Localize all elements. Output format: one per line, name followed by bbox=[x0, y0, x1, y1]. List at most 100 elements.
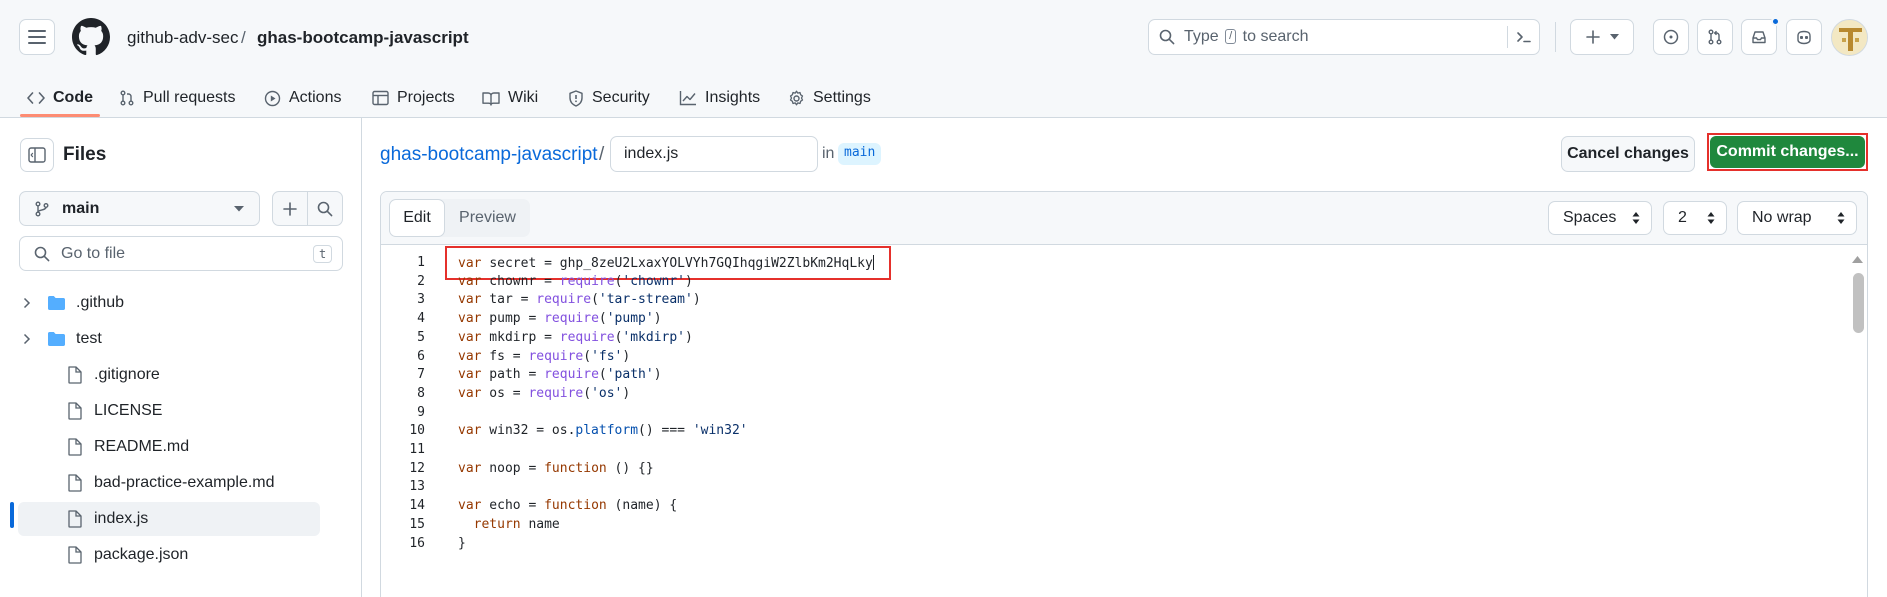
branch-selector[interactable]: main bbox=[19, 191, 260, 226]
commit-changes-button[interactable]: Commit changes... bbox=[1710, 136, 1865, 168]
code-token: var bbox=[458, 256, 490, 271]
breadcrumb-repo[interactable]: ghas-bootcamp-javascript bbox=[257, 28, 469, 48]
code-token: secret = ghp_8zeU2LxaxYOLVYh7GQIhqgiW2Zl… bbox=[489, 256, 873, 271]
tree-file-license[interactable]: LICENSE bbox=[18, 394, 320, 428]
code-line[interactable]: 16} bbox=[381, 533, 1861, 555]
github-logo-icon[interactable] bbox=[72, 18, 110, 56]
global-header: github-adv-sec / ghas-bootcamp-javascrip… bbox=[0, 0, 1887, 118]
code-token: var bbox=[458, 292, 482, 308]
global-search-input[interactable]: Type / to search bbox=[1148, 19, 1540, 55]
indent-size-value: 2 bbox=[1678, 209, 1687, 226]
indent-mode-value: Spaces bbox=[1563, 209, 1617, 226]
copilot-button[interactable] bbox=[1786, 19, 1822, 55]
tree-folder-test[interactable]: test bbox=[18, 322, 320, 356]
cancel-changes-button[interactable]: Cancel changes bbox=[1561, 136, 1695, 172]
user-avatar[interactable] bbox=[1831, 19, 1868, 56]
issues-button[interactable] bbox=[1653, 19, 1689, 55]
search-suffix: to search bbox=[1242, 28, 1309, 45]
code-token: platform bbox=[575, 423, 639, 439]
file-tree-sidebar: Files main Go to file t .github test .gi… bbox=[0, 118, 362, 597]
indent-mode-select[interactable]: Spaces bbox=[1548, 201, 1652, 235]
tab-insights[interactable]: Insights bbox=[679, 78, 760, 118]
filename-input[interactable] bbox=[610, 136, 818, 172]
scroll-up-arrow-icon[interactable] bbox=[1851, 255, 1864, 264]
wrap-mode-value: No wrap bbox=[1752, 209, 1812, 226]
tab-wiki[interactable]: Wiki bbox=[482, 78, 538, 118]
line-content: var mkdirp = require('mkdirp') bbox=[458, 330, 693, 345]
file-icon bbox=[67, 366, 82, 384]
text-cursor bbox=[872, 255, 874, 270]
tree-folder-github[interactable]: .github bbox=[18, 286, 320, 320]
editor-scrollbar[interactable] bbox=[1848, 245, 1867, 597]
hamburger-icon bbox=[28, 30, 46, 44]
in-label: in bbox=[822, 145, 835, 162]
search-placeholder: Type / to search bbox=[1184, 28, 1308, 46]
issue-opened-icon bbox=[1663, 29, 1679, 45]
line-number: 13 bbox=[409, 479, 425, 495]
tree-file-readme[interactable]: README.md bbox=[18, 430, 320, 464]
code-token: win32 = os. bbox=[481, 423, 576, 439]
plus-icon bbox=[283, 201, 297, 216]
code-token: require bbox=[559, 329, 615, 345]
tree-file-package-json[interactable]: package.json bbox=[18, 538, 320, 572]
add-file-button[interactable] bbox=[272, 191, 308, 226]
tree-file-index-js[interactable]: index.js bbox=[18, 502, 320, 536]
tab-projects[interactable]: Projects bbox=[372, 78, 455, 118]
search-divider bbox=[1507, 26, 1508, 48]
line-content: var os = require('os') bbox=[458, 386, 630, 401]
header-divider bbox=[1555, 22, 1556, 52]
selected-file-indicator bbox=[10, 502, 14, 528]
select-arrows-icon bbox=[1707, 212, 1715, 224]
file-icon bbox=[67, 510, 82, 528]
tab-pull-requests-label: Pull requests bbox=[143, 89, 236, 106]
repo-link[interactable]: ghas-bootcamp-javascript bbox=[380, 144, 598, 166]
tab-edit[interactable]: Edit bbox=[389, 199, 445, 237]
command-palette-icon[interactable] bbox=[1516, 29, 1532, 45]
code-token: mkdirp = bbox=[481, 329, 560, 345]
code-token: 'path' bbox=[606, 367, 654, 383]
tree-item-label: bad-practice-example.md bbox=[94, 474, 275, 491]
tab-code[interactable]: Code bbox=[27, 78, 93, 118]
branch-badge: main bbox=[838, 143, 882, 165]
create-new-button[interactable] bbox=[1570, 19, 1634, 55]
code-token: function bbox=[544, 498, 607, 514]
search-files-button[interactable] bbox=[307, 191, 343, 226]
code-token: require bbox=[528, 348, 584, 364]
wrap-mode-select[interactable]: No wrap bbox=[1737, 201, 1857, 235]
tree-file-gitignore[interactable]: .gitignore bbox=[18, 358, 320, 392]
tab-actions-label: Actions bbox=[289, 89, 342, 106]
pull-requests-button[interactable] bbox=[1697, 19, 1733, 55]
code-token: 'chownr' bbox=[622, 273, 686, 289]
line-content: var noop = function () {} bbox=[458, 461, 654, 476]
chevron-right-icon[interactable] bbox=[23, 297, 31, 309]
line-number: 6 bbox=[417, 348, 425, 364]
tab-actions[interactable]: Actions bbox=[264, 78, 341, 118]
code-token: 'fs' bbox=[591, 348, 623, 364]
go-to-file-input[interactable]: Go to file t bbox=[19, 236, 343, 271]
code-token: ) bbox=[622, 385, 631, 401]
code-token: ( bbox=[598, 367, 607, 383]
code-token: ) bbox=[653, 311, 662, 327]
tab-settings[interactable]: Settings bbox=[788, 78, 871, 118]
indent-size-select[interactable]: 2 bbox=[1663, 201, 1727, 235]
git-pull-request-icon bbox=[120, 90, 134, 106]
line-content: var pump = require('pump') bbox=[458, 311, 662, 326]
tab-preview[interactable]: Preview bbox=[445, 199, 530, 237]
search-icon bbox=[1159, 29, 1175, 45]
tree-item-label: index.js bbox=[94, 510, 149, 527]
code-token: var bbox=[458, 423, 482, 439]
collapse-sidebar-button[interactable] bbox=[20, 138, 54, 172]
code-area[interactable]: 1 var secret = ghp_8zeU2LxaxYOLVYh7GQIhqg… bbox=[381, 245, 1867, 597]
tab-code-label: Code bbox=[53, 89, 93, 106]
gear-icon bbox=[789, 90, 804, 105]
tree-file-bad-practice[interactable]: bad-practice-example.md bbox=[18, 466, 320, 500]
code-token: require bbox=[544, 367, 599, 383]
code-token: var bbox=[458, 273, 482, 289]
chevron-right-icon[interactable] bbox=[23, 333, 31, 345]
scrollbar-thumb[interactable] bbox=[1853, 273, 1864, 333]
code-token: ) bbox=[692, 292, 701, 308]
breadcrumb-owner[interactable]: github-adv-sec bbox=[127, 28, 239, 48]
tab-security[interactable]: Security bbox=[568, 78, 650, 118]
tab-pull-requests[interactable]: Pull requests bbox=[119, 78, 236, 118]
menu-button[interactable] bbox=[19, 19, 55, 55]
